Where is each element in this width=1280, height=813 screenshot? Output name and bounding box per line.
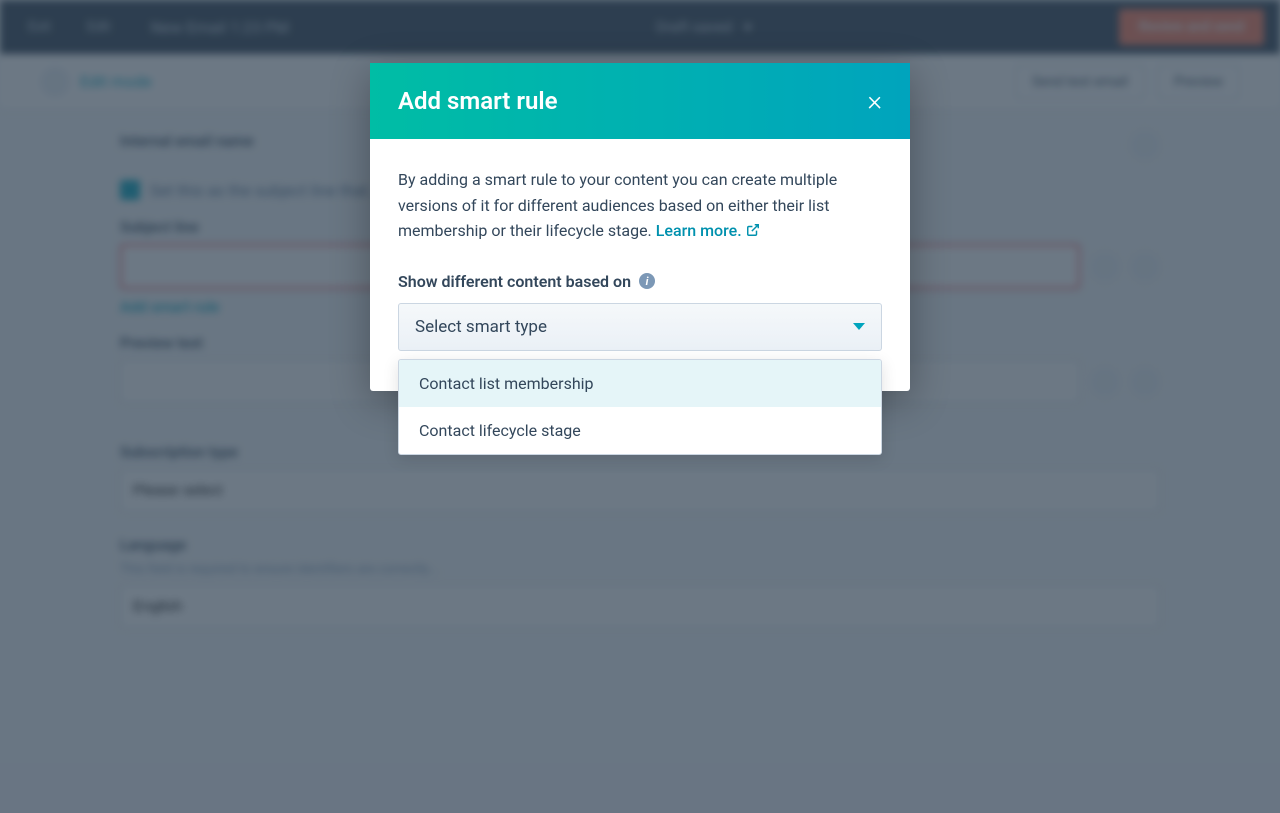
- smart-type-dropdown: Contact list membership Contact lifecycl…: [398, 359, 882, 455]
- modal-description: By adding a smart rule to your content y…: [398, 167, 882, 244]
- modal-title: Add smart rule: [398, 87, 558, 115]
- close-icon[interactable]: ×: [867, 87, 882, 115]
- modal-overlay: Add smart rule × By adding a smart rule …: [0, 0, 1280, 813]
- external-link-icon: [746, 223, 760, 237]
- option-lifecycle-stage[interactable]: Contact lifecycle stage: [399, 407, 881, 454]
- info-icon[interactable]: i: [639, 273, 655, 289]
- select-placeholder: Select smart type: [415, 317, 547, 337]
- smart-rule-modal: Add smart rule × By adding a smart rule …: [370, 63, 910, 391]
- option-contact-list[interactable]: Contact list membership: [399, 360, 881, 407]
- smart-type-select[interactable]: Select smart type: [398, 303, 882, 351]
- modal-header: Add smart rule ×: [370, 63, 910, 139]
- learn-more-link[interactable]: Learn more.: [656, 221, 760, 240]
- modal-body: By adding a smart rule to your content y…: [370, 139, 910, 391]
- chevron-down-icon: [853, 323, 865, 330]
- smart-type-label: Show different content based on i: [398, 272, 882, 291]
